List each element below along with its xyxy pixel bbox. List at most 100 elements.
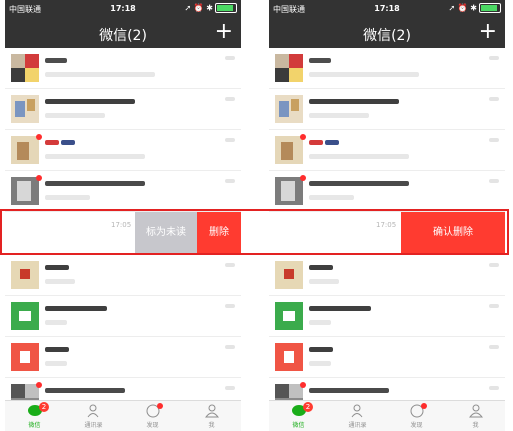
chat-row[interactable] <box>269 171 505 212</box>
tab-me[interactable]: 我 <box>182 401 241 431</box>
blurred-time <box>225 56 235 60</box>
blurred-message <box>309 113 369 118</box>
tab-label: 发现 <box>146 422 159 429</box>
blurred-time <box>489 56 499 60</box>
tab-label: 发现 <box>410 422 423 429</box>
tab-wechat[interactable]: 2 微信 <box>269 401 328 431</box>
avatar <box>275 261 303 289</box>
chat-row[interactable] <box>5 171 241 212</box>
blurred-name <box>45 347 69 352</box>
blurred-name <box>45 265 69 270</box>
page-title: 微信(2) <box>99 28 147 44</box>
chat-row[interactable] <box>269 337 505 378</box>
avatar <box>275 95 303 123</box>
unread-dot <box>300 134 306 140</box>
blurred-name <box>45 388 125 393</box>
avatar <box>275 136 303 164</box>
add-button[interactable]: + <box>215 20 233 44</box>
blurred-name <box>309 347 333 352</box>
status-bar: 中国联通 17:18 ➚ ⏰ ✱ <box>269 0 505 18</box>
blurred-message <box>309 195 354 200</box>
blurred-time <box>225 263 235 267</box>
blurred-message <box>45 195 90 200</box>
chat-row[interactable] <box>5 255 241 296</box>
tab-contacts[interactable]: 通讯录 <box>328 401 387 431</box>
blurred-time <box>489 304 499 308</box>
blurred-time <box>225 304 235 308</box>
add-button[interactable]: + <box>479 20 497 44</box>
unread-dot <box>36 175 42 181</box>
blurred-time <box>489 345 499 349</box>
tab-label: 微信 <box>28 422 41 429</box>
tab-label: 微信 <box>292 422 305 429</box>
unread-dot <box>36 382 42 388</box>
contacts-icon <box>351 404 362 418</box>
tab-discover[interactable]: 发现 <box>123 401 182 431</box>
chat-row[interactable] <box>269 89 505 130</box>
blurred-message <box>45 361 67 366</box>
chat-row[interactable] <box>269 48 505 89</box>
chat-row[interactable] <box>269 296 505 337</box>
blurred-message <box>309 279 339 284</box>
tab-discover[interactable]: 发现 <box>387 401 446 431</box>
avatar <box>275 177 303 205</box>
tab-wechat[interactable]: 2 微信 <box>5 401 64 431</box>
avatar <box>11 54 39 82</box>
avatar <box>11 343 39 371</box>
blurred-time <box>489 263 499 267</box>
avatar <box>11 177 39 205</box>
unread-badge: 2 <box>303 402 313 412</box>
chat-row[interactable] <box>5 337 241 378</box>
blurred-name <box>45 58 67 63</box>
chat-row[interactable] <box>269 130 505 171</box>
blurred-time <box>225 97 235 101</box>
blurred-time <box>489 386 499 390</box>
unread-badge: 2 <box>39 402 49 412</box>
blurred-name <box>309 388 389 393</box>
person-icon <box>468 404 483 418</box>
blurred-message <box>45 279 75 284</box>
status-icons: ➚ ⏰ ✱ <box>185 3 237 13</box>
blurred-name <box>45 306 107 311</box>
contacts-icon <box>87 404 98 418</box>
highlight-frame <box>0 209 509 255</box>
person-icon <box>204 404 219 418</box>
blurred-time <box>225 386 235 390</box>
blurred-message <box>309 361 331 366</box>
navigation-bar: 微信(2) + <box>269 18 505 48</box>
avatar <box>11 95 39 123</box>
chat-row[interactable] <box>269 255 505 296</box>
unread-dot <box>36 134 42 140</box>
tab-label: 通讯录 <box>84 422 103 429</box>
discover-dot <box>421 403 427 409</box>
tab-bar: 2 微信 通讯录 发现 我 <box>5 400 241 431</box>
blurred-name <box>309 181 409 186</box>
blurred-name <box>61 140 75 145</box>
battery-icon <box>215 3 237 13</box>
avatar <box>275 54 303 82</box>
chat-row[interactable] <box>5 296 241 337</box>
blurred-time <box>489 179 499 183</box>
blurred-message <box>309 72 419 77</box>
chat-row[interactable] <box>5 48 241 89</box>
blurred-name <box>45 181 145 186</box>
tab-bar: 2 微信 通讯录 发现 我 <box>269 400 505 431</box>
tab-contacts[interactable]: 通讯录 <box>64 401 123 431</box>
blurred-message <box>45 154 145 159</box>
blurred-time <box>225 138 235 142</box>
avatar <box>275 302 303 330</box>
blurred-time <box>225 179 235 183</box>
discover-dot <box>157 403 163 409</box>
blurred-time <box>225 345 235 349</box>
blurred-name <box>309 140 323 145</box>
chat-row[interactable] <box>5 130 241 171</box>
blurred-name <box>309 58 331 63</box>
blurred-name <box>45 99 135 104</box>
chat-row[interactable] <box>5 89 241 130</box>
unread-dot <box>300 175 306 181</box>
tab-label: 我 <box>472 422 479 429</box>
status-bar: 中国联通 17:18 ➚ ⏰ ✱ <box>5 0 241 18</box>
status-icons: ➚ ⏰ ✱ <box>449 3 501 13</box>
tab-me[interactable]: 我 <box>446 401 505 431</box>
blurred-name <box>325 140 339 145</box>
